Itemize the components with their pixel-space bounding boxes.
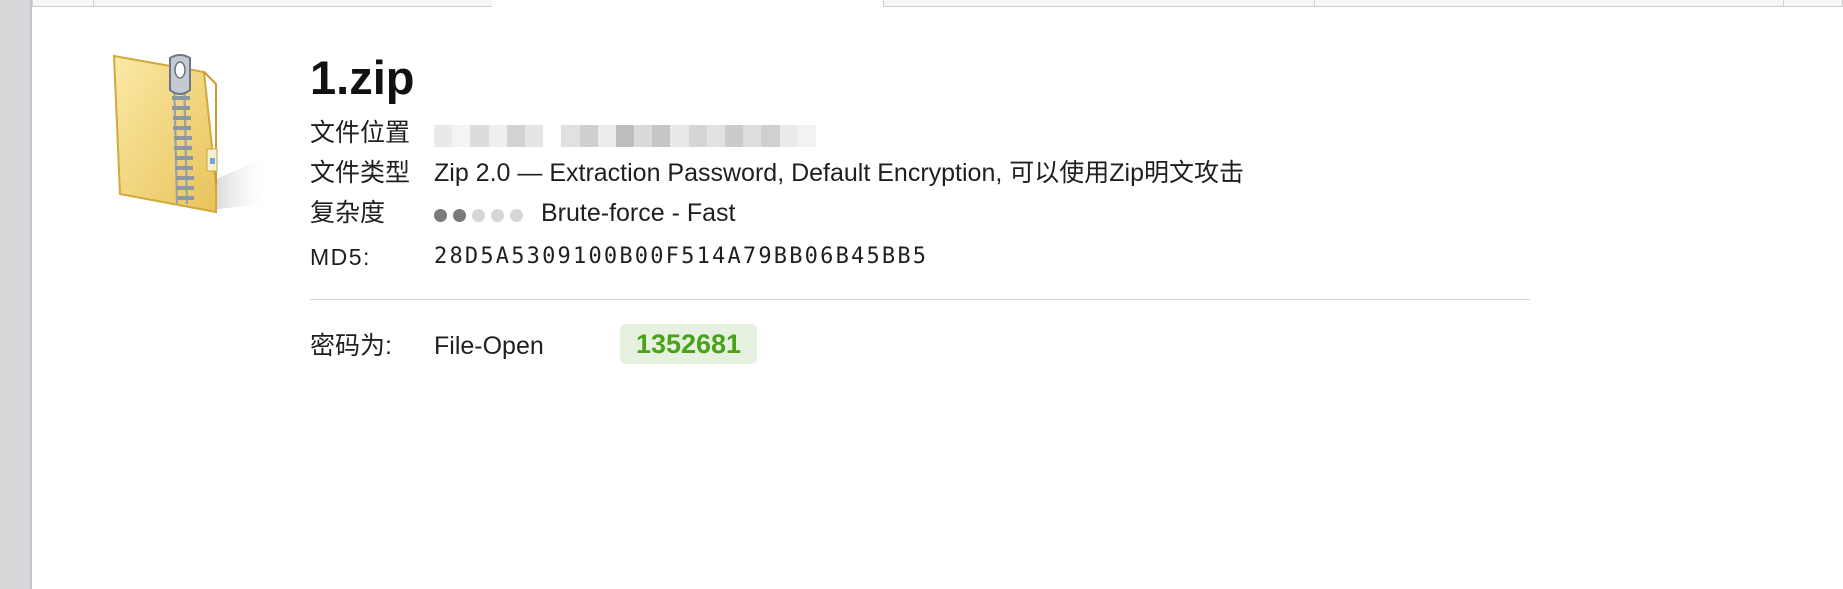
tab-4[interactable] bbox=[883, 0, 1315, 7]
redacted-location-value bbox=[434, 125, 816, 147]
location-label: 文件位置 bbox=[310, 119, 411, 147]
md5-label: MD5: bbox=[310, 244, 371, 270]
type-value: Zip 2.0 — Extraction Password, Default E… bbox=[434, 159, 1244, 187]
tab-1[interactable] bbox=[32, 0, 94, 7]
complexity-dot-1 bbox=[434, 209, 447, 223]
password-type: File-Open bbox=[434, 332, 544, 360]
tab-6[interactable] bbox=[1783, 0, 1843, 7]
section-divider bbox=[310, 299, 1530, 300]
complexity-rating bbox=[434, 197, 529, 231]
tab-strip bbox=[32, 0, 1843, 7]
type-label: 文件类型 bbox=[310, 159, 411, 187]
complexity-dot-4 bbox=[491, 209, 504, 223]
complexity-dot-5 bbox=[510, 209, 523, 223]
complexity-dot-3 bbox=[472, 209, 485, 223]
file-name-title: 1.zip bbox=[310, 51, 415, 104]
tab-5[interactable] bbox=[1314, 0, 1784, 7]
tab-2[interactable] bbox=[93, 0, 493, 7]
complexity-label: 复杂度 bbox=[310, 199, 386, 227]
password-value-badge[interactable]: 1352681 bbox=[620, 324, 757, 364]
window-left-edge bbox=[0, 0, 32, 589]
zip-folder-icon bbox=[112, 54, 272, 214]
complexity-value: Brute-force - Fast bbox=[541, 199, 736, 227]
tab-active[interactable] bbox=[492, 0, 884, 7]
complexity-dot-2 bbox=[453, 209, 466, 223]
password-label: 密码为: bbox=[310, 332, 392, 360]
md5-value: 28D5A5309100B00F514A79BB06B45BB5 bbox=[434, 244, 929, 269]
